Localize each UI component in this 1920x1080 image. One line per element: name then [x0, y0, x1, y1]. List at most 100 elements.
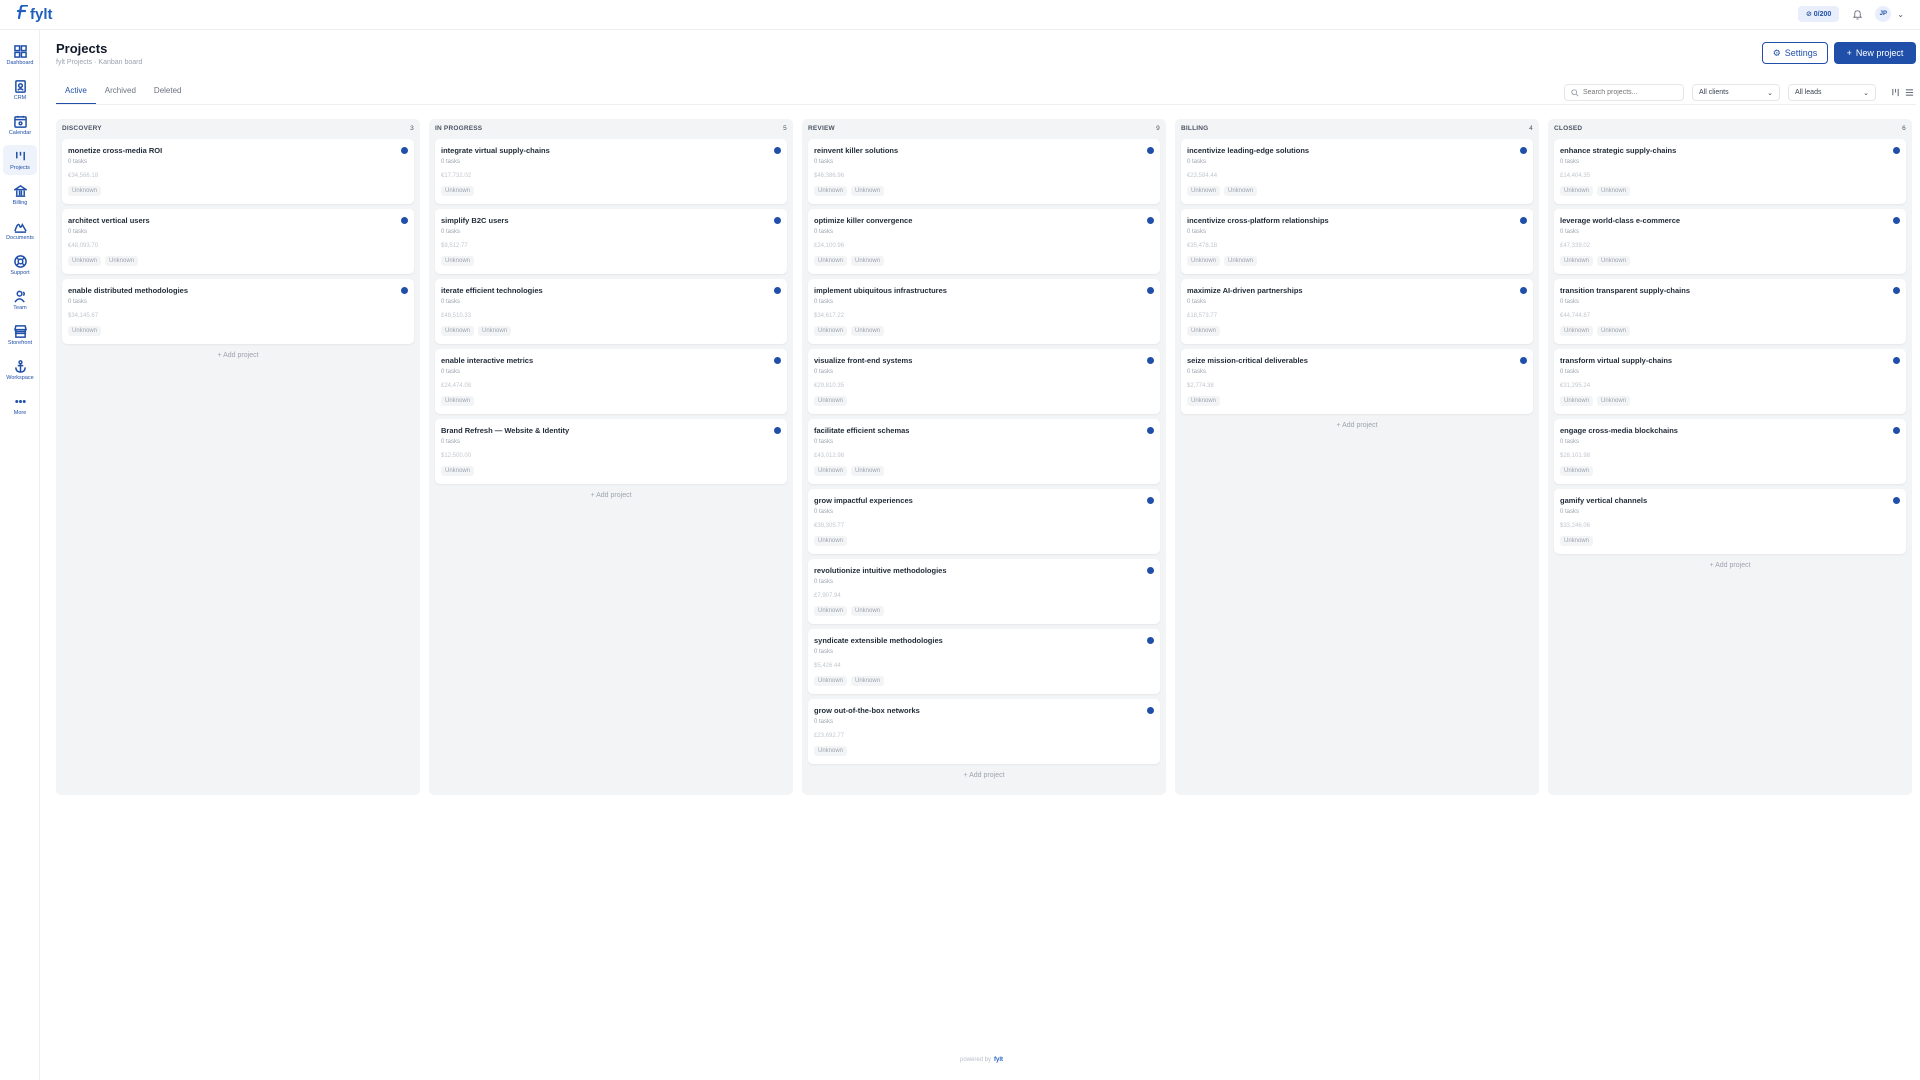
- tag-badge: Unknown: [851, 256, 885, 266]
- project-title: revolutionize intuitive methodologies: [814, 566, 947, 575]
- status-dot-icon: [1893, 147, 1900, 154]
- card-list: monetize cross-media ROI 0 tasks €34,566.1…: [62, 139, 414, 359]
- sidebar-item-team[interactable]: Team: [3, 285, 37, 315]
- project-card[interactable]: incentivize leading-edge solutions 0 task…: [1181, 139, 1533, 204]
- tag-list: Unknown Unknown: [1560, 186, 1631, 196]
- add-project-button[interactable]: + Add project: [1181, 422, 1533, 429]
- credits-badge[interactable]: ⊘ 0/200: [1797, 6, 1840, 22]
- project-card[interactable]: grow impactful experiences 0 tasks €39,305…: [808, 489, 1160, 554]
- user-avatar[interactable]: JP: [1875, 6, 1892, 22]
- sidebar-item-more[interactable]: More: [3, 390, 37, 420]
- clients-select[interactable]: All clients ⌄: [1692, 84, 1780, 101]
- store-icon: [13, 324, 27, 338]
- project-card[interactable]: optimize killer convergence 0 tasks £24,10…: [808, 209, 1160, 274]
- sidebar-item-label: Storefront: [7, 339, 33, 346]
- tag-list: Unknown Unknown: [814, 326, 885, 336]
- sidebar-item-support[interactable]: Support: [3, 250, 37, 280]
- tag-list: Unknown Unknown: [1560, 326, 1631, 336]
- project-amount: €17,732.02: [441, 173, 472, 179]
- project-card[interactable]: leverage world-class e-commerce 0 tasks £4…: [1554, 209, 1906, 274]
- list-view-icon[interactable]: [1904, 87, 1915, 98]
- sidebar-item-documents[interactable]: Documents: [3, 215, 37, 245]
- tag-badge: Unknown: [814, 186, 848, 196]
- settings-button[interactable]: ⚙ Settings: [1762, 42, 1828, 64]
- search-input[interactable]: [1583, 89, 1683, 96]
- kanban-board: DISCOVERY 3 monetize cross-media ROI 0 task…: [56, 119, 1912, 795]
- project-amount: £43,012.98: [814, 453, 845, 459]
- project-card[interactable]: visualize front-end systems 0 tasks €29,81…: [808, 349, 1160, 414]
- project-card[interactable]: monetize cross-media ROI 0 tasks €34,566.1…: [62, 139, 414, 204]
- project-card[interactable]: engage cross-media blockchains 0 tasks $28…: [1554, 419, 1906, 484]
- sidebar-item-storefront[interactable]: Storefront: [3, 320, 37, 350]
- search-box[interactable]: [1564, 84, 1684, 101]
- task-count: 0 tasks: [1560, 509, 1580, 515]
- add-project-button[interactable]: + Add project: [435, 492, 787, 499]
- project-card[interactable]: transform virtual supply-chains 0 tasks €3…: [1554, 349, 1906, 414]
- project-card[interactable]: iterate efficient technologies 0 tasks £48…: [435, 279, 787, 344]
- project-card[interactable]: maximize AI-driven partnerships 0 tasks £1…: [1181, 279, 1533, 344]
- project-card[interactable]: seize mission-critical deliverables 0 tas…: [1181, 349, 1533, 414]
- project-title: enhance strategic supply-chains: [1560, 146, 1677, 155]
- project-title: transition transparent supply-chains: [1560, 286, 1691, 295]
- column-count: 3: [410, 125, 414, 132]
- project-card[interactable]: architect vertical users 0 tasks €48,093.7…: [62, 209, 414, 274]
- notifications-bell-icon[interactable]: [1849, 6, 1865, 22]
- status-dot-icon: [774, 357, 781, 364]
- status-dot-icon: [774, 217, 781, 224]
- project-card[interactable]: revolutionize intuitive methodologies 0 t…: [808, 559, 1160, 624]
- app-logo[interactable]: fylt: [16, 4, 53, 24]
- sidebar-item-workspace[interactable]: Workspace: [3, 355, 37, 385]
- project-card[interactable]: reinvent killer solutions 0 tasks $46,386.…: [808, 139, 1160, 204]
- project-card[interactable]: simplify B2C users 0 tasks $9,512.77 Unknow…: [435, 209, 787, 274]
- status-dot-icon: [401, 287, 408, 294]
- tab-deleted[interactable]: Deleted: [145, 84, 191, 105]
- new-project-button-label: New project: [1855, 48, 1904, 58]
- tag-list: Unknown: [1560, 536, 1594, 546]
- users-icon: [13, 290, 25, 303]
- project-card[interactable]: facilitate efficient schemas 0 tasks £43,0…: [808, 419, 1160, 484]
- sidebar-item-projects[interactable]: Projects: [3, 145, 37, 175]
- task-count: 0 tasks: [814, 299, 834, 305]
- more-icon: [14, 399, 26, 403]
- project-card[interactable]: implement ubiquitous infrastructures 0 ta…: [808, 279, 1160, 344]
- sidebar-item-dashboard[interactable]: Dashboard: [3, 40, 37, 70]
- sidebar-item-billing[interactable]: Billing: [3, 180, 37, 210]
- project-card[interactable]: gamify vertical channels 0 tasks $33,246.0…: [1554, 489, 1906, 554]
- tab-archived[interactable]: Archived: [96, 84, 145, 105]
- kanban-column-review: REVIEW 9 reinvent killer solutions 0 tasks $…: [802, 119, 1166, 795]
- sidebar-item-calendar[interactable]: Calendar: [3, 110, 37, 140]
- column-title: CLOSED: [1554, 125, 1583, 132]
- tab-active[interactable]: Active: [56, 84, 96, 105]
- sidebar-item-crm[interactable]: CRM: [3, 75, 37, 105]
- add-project-button[interactable]: + Add project: [62, 352, 414, 359]
- project-card[interactable]: enable interactive metrics 0 tasks £24,474…: [435, 349, 787, 414]
- project-card[interactable]: transition transparent supply-chains 0 ta…: [1554, 279, 1906, 344]
- leads-select[interactable]: All leads ⌄: [1788, 84, 1876, 101]
- chevron-down-icon[interactable]: ⌄: [1897, 10, 1904, 19]
- new-project-button[interactable]: + New project: [1834, 42, 1916, 64]
- add-project-button[interactable]: + Add project: [1554, 562, 1906, 569]
- project-card[interactable]: Brand Refresh — Website & Identity 0 task…: [435, 419, 787, 484]
- project-card[interactable]: incentivize cross-platform relationships…: [1181, 209, 1533, 274]
- project-card[interactable]: enhance strategic supply-chains 0 tasks £1…: [1554, 139, 1906, 204]
- project-title: optimize killer convergence: [814, 216, 913, 225]
- powered-by-text: powered by: [960, 1057, 992, 1063]
- tag-badge: Unknown: [1560, 186, 1594, 196]
- project-card[interactable]: enable distributed methodologies 0 tasks $…: [62, 279, 414, 344]
- project-card[interactable]: grow out-of-the-box networks 0 tasks £23,6…: [808, 699, 1160, 764]
- tag-badge: Unknown: [1187, 186, 1221, 196]
- project-amount: £48,510.33: [441, 313, 472, 319]
- project-title: architect vertical users: [68, 216, 150, 225]
- add-project-button[interactable]: + Add project: [808, 772, 1160, 779]
- sidebar-item-label: Dashboard: [6, 59, 34, 66]
- status-dot-icon: [1147, 707, 1154, 714]
- tag-badge: Unknown: [851, 606, 885, 616]
- tag-badge: Unknown: [441, 396, 475, 406]
- task-count: 0 tasks: [814, 719, 834, 725]
- project-title: implement ubiquitous infrastructures: [814, 286, 947, 295]
- project-card[interactable]: syndicate extensible methodologies 0 task…: [808, 629, 1160, 694]
- column-title: BILLING: [1181, 125, 1209, 132]
- project-title: visualize front-end systems: [814, 356, 913, 365]
- project-card[interactable]: integrate virtual supply-chains 0 tasks €1…: [435, 139, 787, 204]
- kanban-view-icon[interactable]: [1890, 87, 1901, 98]
